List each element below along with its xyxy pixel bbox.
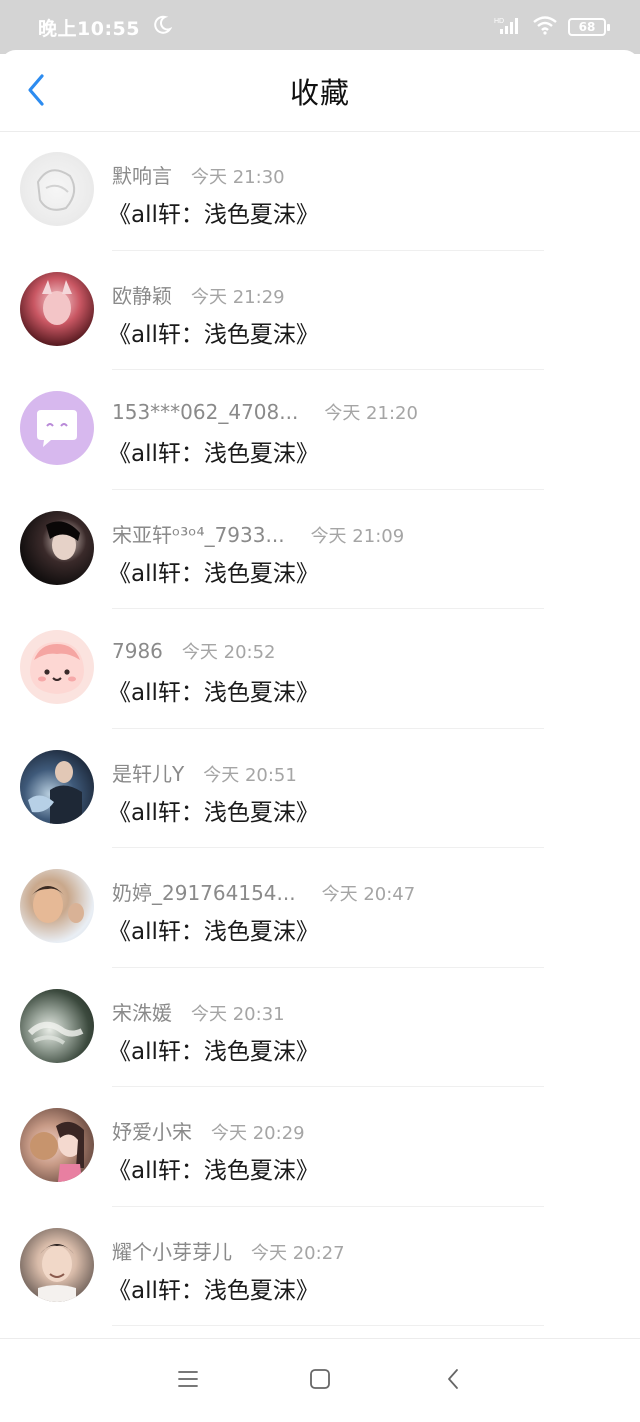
username[interactable]: 7986: [112, 639, 163, 663]
page-title: 收藏: [289, 75, 350, 110]
username[interactable]: 欧静颖: [112, 280, 172, 309]
list-item[interactable]: 是轩儿Y 今天 20:51 《all轩：浅色夏沫》: [0, 729, 640, 848]
collection-title[interactable]: 《all轩：浅色夏沫》: [108, 1032, 319, 1066]
collection-title[interactable]: 《all轩：浅色夏沫》: [108, 1271, 319, 1305]
timestamp: 今天 20:51: [203, 764, 297, 786]
home-button[interactable]: [305, 1367, 335, 1395]
status-time: 晚上10:55: [38, 17, 140, 40]
avatar[interactable]: [20, 749, 94, 824]
list-item[interactable]: 7986 今天 20:52 《all轩：浅色夏沫》: [0, 609, 640, 729]
list-item[interactable]: 宋亚轩ᵒ³ᵒ⁴_7933... 今天 21:09 《all轩：浅色夏沫》: [0, 490, 640, 609]
username[interactable]: 默响言: [112, 160, 172, 189]
collection-title[interactable]: 《all轩：浅色夏沫》: [108, 673, 319, 707]
moon-icon: [152, 15, 173, 39]
username[interactable]: 奶婷_291764154...: [112, 877, 296, 906]
item-meta: 宋洙媛 今天 20:31: [112, 997, 285, 1026]
list-item[interactable]: 妤爱小宋 今天 20:29 《all轩：浅色夏沫》: [0, 1087, 640, 1207]
username[interactable]: 耀个小芽芽儿: [112, 1236, 232, 1265]
timestamp: 今天 21:09: [310, 525, 405, 547]
username[interactable]: 宋洙媛: [112, 997, 172, 1026]
item-meta: 耀个小芽芽儿 今天 20:27: [112, 1236, 345, 1265]
menu-icon: [176, 1368, 200, 1394]
list-item[interactable]: 奶婷_291764154... 今天 20:47 《all轩：浅色夏沫》: [0, 848, 640, 968]
timestamp: 今天 20:31: [191, 1003, 285, 1025]
item-meta: 欧静颖 今天 21:29: [112, 280, 285, 309]
list-item[interactable]: 默响言 今天 21:30 《all轩：浅色夏沫》: [0, 131, 640, 251]
item-meta: 妤爱小宋 今天 20:29: [112, 1116, 305, 1145]
collection-title[interactable]: 《all轩：浅色夏沫》: [108, 1151, 319, 1185]
divider: [112, 1325, 544, 1326]
status-right: HD 68: [494, 15, 610, 39]
collection-title[interactable]: 《all轩：浅色夏沫》: [108, 195, 319, 229]
item-meta: 是轩儿Y 今天 20:51: [112, 758, 297, 787]
collection-title[interactable]: 《all轩：浅色夏沫》: [108, 912, 319, 946]
timestamp: 今天 20:52: [181, 642, 276, 663]
username[interactable]: 是轩儿Y: [112, 758, 184, 787]
avatar[interactable]: [20, 1227, 94, 1302]
signal-label: HD: [494, 18, 504, 25]
system-nav-bar: [0, 1338, 640, 1422]
avatar[interactable]: [20, 988, 94, 1063]
item-meta: 7986 今天 20:52: [112, 638, 276, 664]
list-item[interactable]: 宋洙媛 今天 20:31 《all轩：浅色夏沫》: [0, 968, 640, 1087]
timestamp: 今天 20:29: [211, 1123, 305, 1144]
collection-title[interactable]: 《all轩：浅色夏沫》: [108, 434, 319, 468]
timestamp: 今天 20:27: [251, 1242, 345, 1264]
item-meta: 宋亚轩ᵒ³ᵒ⁴_7933... 今天 21:09: [112, 519, 404, 548]
list-item[interactable]: 欧静颖 今天 21:29 《all轩：浅色夏沫》: [0, 251, 640, 370]
home-square-icon: [308, 1367, 332, 1395]
avatar[interactable]: [20, 630, 94, 704]
status-bar: 晚上10:55 HD 68: [0, 0, 640, 54]
avatar[interactable]: [20, 152, 94, 226]
timestamp: 今天 20:47: [321, 884, 416, 905]
list-item[interactable]: 153***062_4708... 今天 21:20 《all轩：浅色夏沫》: [0, 370, 640, 490]
battery-icon: 68: [568, 18, 610, 36]
item-meta: 默响言 今天 21:30: [112, 160, 285, 189]
back-button[interactable]: [18, 72, 54, 112]
wifi-icon: [532, 15, 558, 39]
item-meta: 153***062_4708... 今天 21:20: [112, 399, 418, 425]
back-triangle-icon: [443, 1367, 463, 1395]
timestamp: 今天 21:29: [191, 286, 285, 308]
collection-title[interactable]: 《all轩：浅色夏沫》: [108, 554, 319, 588]
collection-title[interactable]: 《all轩：浅色夏沫》: [108, 793, 319, 827]
chevron-left-icon: [25, 73, 47, 111]
status-left: 晚上10:55: [38, 14, 173, 41]
item-meta: 奶婷_291764154... 今天 20:47: [112, 877, 415, 906]
avatar[interactable]: [20, 391, 94, 465]
favorites-list: 默响言 今天 21:30 《all轩：浅色夏沫》 欧静颖 今天 21:29 《a…: [0, 131, 640, 1326]
list-item[interactable]: 耀个小芽芽儿 今天 20:27 《all轩：浅色夏沫》: [0, 1207, 640, 1326]
timestamp: 今天 21:30: [191, 167, 285, 188]
username[interactable]: 宋亚轩ᵒ³ᵒ⁴_7933...: [112, 519, 285, 548]
avatar[interactable]: [20, 271, 94, 346]
collection-title[interactable]: 《all轩：浅色夏沫》: [108, 315, 319, 349]
avatar[interactable]: [20, 510, 94, 585]
top-header: 收藏: [0, 50, 640, 132]
menu-button[interactable]: [173, 1367, 203, 1395]
timestamp: 今天 21:20: [324, 403, 418, 424]
signal-icon: HD: [494, 15, 522, 39]
avatar[interactable]: [20, 1108, 94, 1182]
battery-level: 68: [578, 20, 596, 34]
avatar[interactable]: [20, 869, 94, 943]
username[interactable]: 153***062_4708...: [112, 400, 298, 424]
username[interactable]: 妤爱小宋: [112, 1116, 192, 1145]
back-nav-button[interactable]: [438, 1367, 468, 1395]
